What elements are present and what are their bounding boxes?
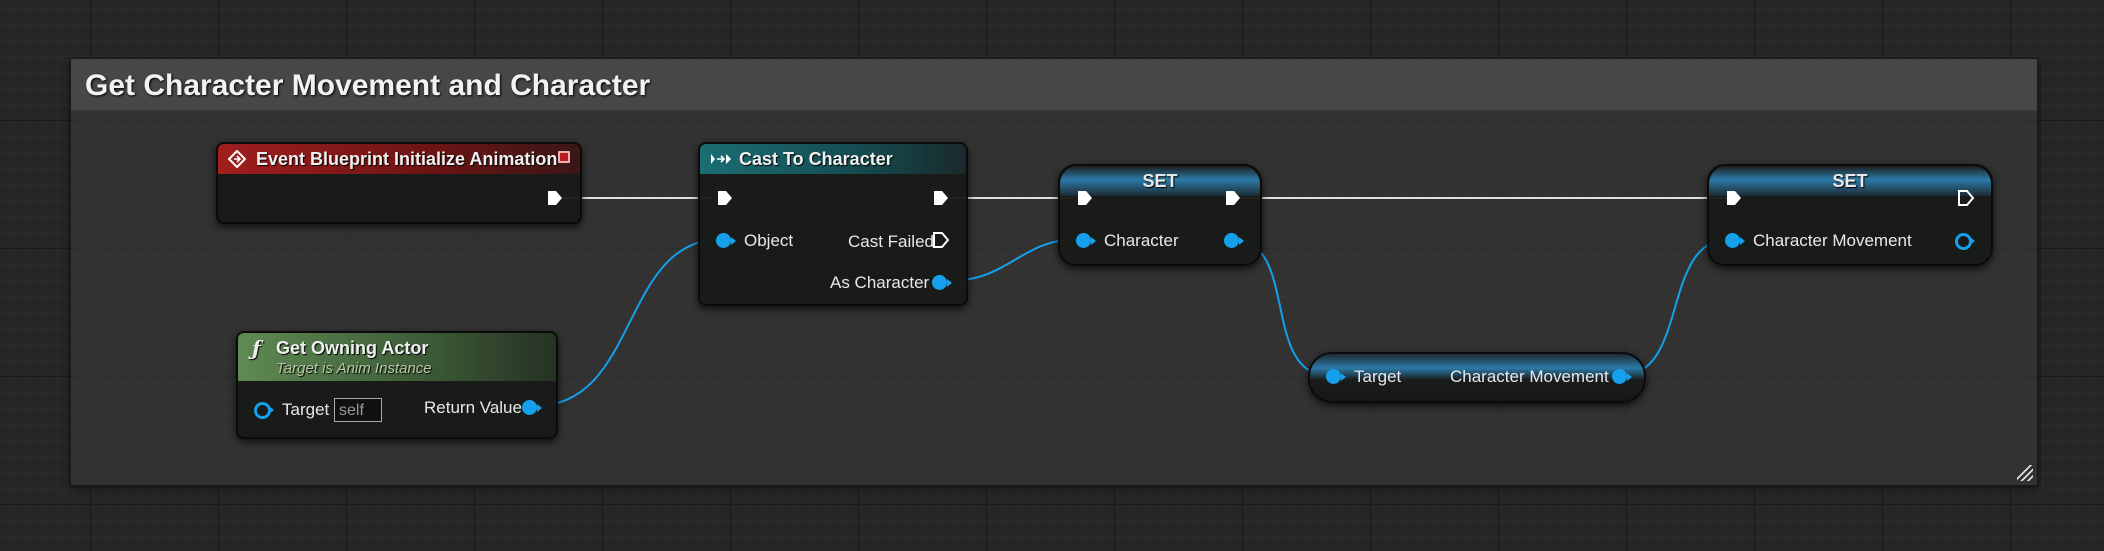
set-character-exec-in-pin[interactable] — [1076, 189, 1094, 207]
cast-node-header[interactable]: Cast To Character — [700, 144, 966, 174]
set-character-in-pin[interactable] — [1076, 233, 1096, 249]
set-movement-exec-in-pin[interactable] — [1725, 189, 1743, 207]
set-movement-header[interactable]: SET — [1709, 166, 1991, 196]
event-close-icon[interactable] — [558, 151, 570, 163]
cast-failed-pin[interactable] — [932, 231, 950, 249]
event-node-header[interactable]: Event Blueprint Initialize Animation — [218, 144, 580, 174]
set-character-movement-node[interactable]: SET Character Movement — [1707, 164, 1993, 266]
cast-exec-out-pin[interactable] — [932, 189, 950, 207]
owning-actor-target-label: Target — [282, 400, 330, 419]
character-movement-getter-node[interactable]: Target Character Movement — [1308, 352, 1646, 403]
movement-getter-target-label: Target — [1354, 367, 1402, 386]
owning-actor-target-input[interactable]: self — [334, 398, 382, 422]
owning-actor-header[interactable]: ƒ Get Owning Actor Target is Anim Instan… — [238, 333, 556, 381]
event-exec-out-pin[interactable] — [546, 189, 564, 207]
set-character-exec-out-pin[interactable] — [1224, 189, 1242, 207]
set-movement-exec-out-pin[interactable] — [1957, 189, 1975, 207]
owning-actor-target-pin[interactable] — [254, 402, 274, 419]
cast-as-character-label: As Character — [830, 273, 930, 292]
owning-actor-return-label: Return Value — [424, 398, 522, 417]
event-initialize-animation-node[interactable]: Event Blueprint Initialize Animation — [216, 142, 582, 224]
cast-object-pin[interactable] — [716, 233, 736, 249]
owning-actor-title: Get Owning Actor — [276, 338, 429, 358]
comment-title: Get Character Movement and Character — [85, 69, 651, 102]
set-movement-in-pin[interactable] — [1725, 233, 1745, 249]
function-icon: ƒ — [252, 336, 261, 360]
event-diamond-icon — [228, 150, 246, 168]
resize-grip-icon[interactable] — [2017, 465, 2033, 481]
set-character-node[interactable]: SET Character — [1058, 164, 1262, 266]
movement-getter-output-pin[interactable] — [1612, 369, 1632, 385]
cast-arrow-icon — [711, 154, 731, 164]
cast-failed-label: Cast Failed — [848, 232, 934, 251]
set-character-label: Character — [1104, 231, 1179, 250]
event-node-title: Event Blueprint Initialize Animation — [256, 149, 558, 169]
set-movement-label: Character Movement — [1753, 231, 1912, 250]
set-movement-out-pin[interactable] — [1955, 233, 1975, 250]
owning-actor-return-pin[interactable] — [522, 400, 542, 416]
cast-to-character-node[interactable]: Cast To Character Object Cast Failed As … — [698, 142, 968, 306]
cast-exec-in-pin[interactable] — [716, 189, 734, 207]
movement-getter-target-pin[interactable] — [1326, 369, 1346, 385]
movement-getter-output-label: Character Movement — [1450, 367, 1609, 386]
set-character-out-pin[interactable] — [1224, 233, 1244, 249]
comment-header[interactable]: Get Character Movement and Character — [71, 59, 2037, 111]
cast-as-character-pin[interactable] — [932, 275, 952, 291]
cast-node-title: Cast To Character — [739, 149, 893, 169]
cast-object-label: Object — [744, 231, 794, 250]
owning-actor-subtitle: Target is Anim Instance — [276, 360, 432, 377]
get-owning-actor-node[interactable]: ƒ Get Owning Actor Target is Anim Instan… — [236, 331, 558, 439]
set-movement-title: SET — [1832, 171, 1868, 191]
